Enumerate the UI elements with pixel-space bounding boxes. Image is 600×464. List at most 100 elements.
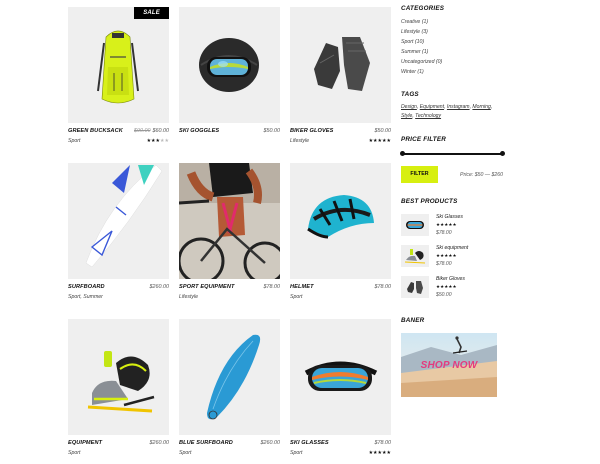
product-name[interactable]: EQUIPMENT <box>68 440 102 446</box>
product-card[interactable]: SPORT EQUIPMENT $78.00 Lifestyle <box>179 163 280 302</box>
tag-link[interactable]: Equipment <box>420 104 444 110</box>
product-category[interactable]: Sport <box>68 450 80 456</box>
tag-cloud: Design, Equipment, Instagram, Morning, S… <box>401 104 493 119</box>
best-product-name[interactable]: Ski Glasses <box>436 214 463 220</box>
surfboard-image <box>85 164 163 268</box>
best-product-item[interactable]: Ski Glasses ★★★★★ $78.00 <box>401 214 503 242</box>
tag-link[interactable]: Technology <box>415 113 441 119</box>
best-product-price: $78.00 <box>436 230 452 236</box>
product-price: $50.00 <box>263 128 281 134</box>
tag-link[interactable]: Style <box>401 113 412 119</box>
product-image[interactable] <box>179 163 280 279</box>
banner-title: BANER <box>401 317 425 324</box>
product-price: $260.00 <box>149 284 170 290</box>
product-image[interactable] <box>179 7 280 123</box>
product-image[interactable] <box>290 319 391 435</box>
product-name[interactable]: SPORT EQUIPMENT <box>179 284 234 290</box>
product-name[interactable]: BLUE SURFBOARD <box>179 440 233 446</box>
rating-stars: ★★★★★ <box>368 138 391 144</box>
product-category[interactable]: Sport <box>290 450 302 456</box>
filter-button[interactable]: FILTER <box>401 166 438 183</box>
product-card[interactable]: EQUIPMENT $260.00 Sport <box>68 319 169 458</box>
product-image[interactable]: SALE <box>68 7 169 123</box>
best-product-stars: ★★★★★ <box>436 284 457 289</box>
sale-badge: SALE <box>134 7 169 19</box>
product-category[interactable]: Sport, Summer <box>68 294 103 300</box>
gloves-image <box>314 37 370 91</box>
best-product-stars: ★★★★★ <box>436 253 457 258</box>
gloves-thumb <box>407 281 423 294</box>
product-category[interactable]: Lifestyle <box>290 138 309 144</box>
cyclist-image <box>179 163 280 279</box>
product-image[interactable] <box>68 163 169 279</box>
product-price: $260.00 <box>260 440 281 446</box>
product-category[interactable]: Lifestyle <box>179 294 198 300</box>
product-card[interactable]: SURFBOARD $260.00 Sport, Summer <box>68 163 169 302</box>
product-card[interactable]: SKI GLASSES $78.00 Sport ★★★★★ <box>290 319 391 458</box>
shop-now-text[interactable]: SHOP NOW <box>401 360 497 371</box>
ski-helmet-image <box>199 38 259 92</box>
product-image[interactable] <box>290 7 391 123</box>
category-link[interactable]: Summer (1) <box>401 49 428 55</box>
product-category[interactable]: Sport <box>179 450 191 456</box>
product-card[interactable]: SALE GREEN BUCKSACK $90.00 $60.00 Sport ★… <box>68 7 169 146</box>
product-category[interactable]: Sport <box>290 294 302 300</box>
best-product-price: $50.00 <box>436 292 452 298</box>
best-products-title: BEST PRODUCTS <box>401 198 458 205</box>
product-name[interactable]: HELMET <box>290 284 314 290</box>
product-price: $90.00 $60.00 <box>134 128 169 134</box>
backpack-image <box>97 30 139 104</box>
product-image[interactable] <box>179 319 280 435</box>
ski-glasses-image <box>304 361 378 391</box>
product-card[interactable]: HELMET $78.00 Sport <box>290 163 391 302</box>
rating-stars: ★★★★★ <box>146 138 169 144</box>
product-name[interactable]: SKI GLASSES <box>290 440 329 446</box>
product-card[interactable]: SKI GOGGLES $50.00 <box>179 7 280 138</box>
best-product-stars: ★★★★★ <box>436 222 457 227</box>
price-range-label: Price: $50 — $260 <box>460 172 503 178</box>
product-grid: SALE GREEN BUCKSACK $90.00 $60.00 Sport ★… <box>0 0 600 464</box>
product-price: $78.00 <box>263 284 281 290</box>
product-name[interactable]: BIKER GLOVES <box>290 128 333 134</box>
sale-price: $60.00 <box>152 128 170 134</box>
price-slider-max-handle[interactable] <box>500 150 505 156</box>
bike-helmet-image <box>307 195 374 239</box>
tag-link[interactable]: Morning <box>472 104 490 110</box>
blue-surfboard-image <box>207 334 261 420</box>
best-product-thumb[interactable] <box>401 245 429 267</box>
product-price: $50.00 <box>374 128 392 134</box>
price-filter-title: PRICE FILTER <box>401 136 446 143</box>
best-product-thumb[interactable] <box>401 214 429 236</box>
product-name[interactable]: SKI GOGGLES <box>179 128 219 134</box>
category-link[interactable]: Sport (10) <box>401 39 424 45</box>
best-product-price: $78.00 <box>436 261 452 267</box>
category-link[interactable]: Creative (1) <box>401 19 428 25</box>
best-product-item[interactable]: Ski equipment ★★★★★ $78.00 <box>401 245 503 273</box>
old-price: $90.00 <box>134 128 151 134</box>
tags-title: TAGS <box>401 91 419 98</box>
price-slider-track[interactable] <box>401 153 503 155</box>
product-price: $78.00 <box>374 284 392 290</box>
product-category[interactable]: Sport <box>68 138 80 144</box>
price-slider-min-handle[interactable] <box>400 150 405 156</box>
category-link[interactable]: Winter (1) <box>401 69 424 75</box>
category-link[interactable]: Uncategorized (0) <box>401 59 442 65</box>
product-card[interactable]: BLUE SURFBOARD $260.00 Sport <box>179 319 280 458</box>
product-image[interactable] <box>68 319 169 435</box>
best-product-name[interactable]: Ski equipment <box>436 245 468 251</box>
equipment-image <box>87 351 155 413</box>
best-product-name[interactable]: Biker Gloves <box>436 276 465 282</box>
categories-title: CATEGORIES <box>401 5 445 12</box>
product-name[interactable]: SURFBOARD <box>68 284 105 290</box>
tag-link[interactable]: Design <box>401 104 417 110</box>
product-name[interactable]: GREEN BUCKSACK <box>68 128 123 134</box>
tag-link[interactable]: Instagram <box>447 104 470 110</box>
shop-now-banner[interactable]: SHOP NOW <box>401 333 497 397</box>
best-product-item[interactable]: Biker Gloves ★★★★★ $50.00 <box>401 276 503 304</box>
rating-stars: ★★★★★ <box>368 450 391 456</box>
product-card[interactable]: BIKER GLOVES $50.00 Lifestyle ★★★★★ <box>290 7 391 146</box>
ski-glasses-thumb <box>406 221 424 229</box>
category-link[interactable]: Lifestyle (3) <box>401 29 428 35</box>
product-image[interactable] <box>290 163 391 279</box>
best-product-thumb[interactable] <box>401 276 429 298</box>
